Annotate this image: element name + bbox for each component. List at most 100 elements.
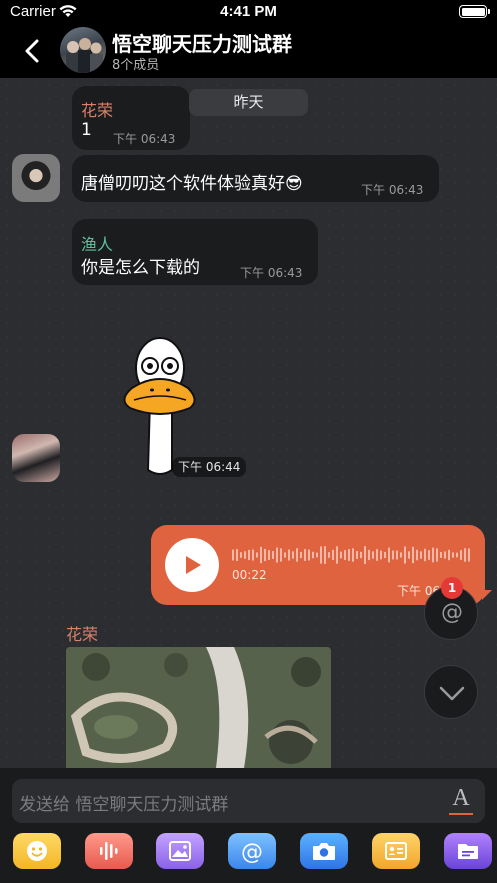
waveform-bar [344,550,346,560]
image-button[interactable] [156,833,204,869]
message-text: 你是怎么下载的 [81,258,200,278]
waveform-bar [452,552,454,558]
chevron-left-icon[interactable] [22,38,44,64]
bubble-tail [482,590,492,600]
waveform-bar [444,551,446,559]
avatar[interactable] [12,434,60,482]
waveform-bar [272,551,274,559]
emoji-icon [27,841,47,861]
waveform-bar [324,546,326,564]
waveform-bar [460,550,462,560]
status-time: 4:41 PM [220,3,277,20]
waveform-bar [456,552,458,558]
play-icon[interactable] [165,538,219,592]
waveform-bar [376,549,378,561]
waveform-bar [284,552,286,558]
waveform-bar [320,546,322,564]
waveform-bar [464,548,466,562]
waveform-bar [412,546,414,564]
waveform-bar [468,548,470,562]
voice-waveform [232,546,470,564]
waveform-bar [296,548,298,562]
voice-button[interactable] [85,833,133,869]
waveform-bar [372,551,374,559]
waveform-bar [276,547,278,563]
waveform-bar [416,549,418,561]
sender-name: 花荣 [66,625,99,644]
waveform-bar [420,551,422,559]
waveform-bar [236,549,238,561]
waveform-bar [244,551,246,559]
waveform-bar [280,548,282,562]
member-count: 8个成员 [112,58,160,73]
waveform-bar [448,549,450,561]
file-icon [458,844,478,859]
file-button[interactable] [444,833,492,869]
scroll-down-button[interactable] [424,665,478,719]
waveform-bar [384,551,386,559]
waveform-bar [268,550,270,560]
at-label: @ [241,840,263,865]
waveform-bar [340,551,342,559]
waveform-bar [348,549,350,561]
image-message[interactable] [66,647,331,768]
waveform-bar [388,547,390,563]
waveform-bar [436,548,438,562]
waveform-bar [248,549,250,561]
waveform-bar [356,551,358,559]
waveform-bar [336,546,338,564]
waveform-bar [308,549,310,561]
camera-icon [313,843,335,860]
waveform-bar [292,551,294,559]
waveform-bar [256,552,258,558]
waveform-bar [440,552,442,558]
group-title: 悟空聊天压力测试群 [112,32,292,56]
waveform-bar [316,552,318,558]
avatar[interactable] [12,154,60,202]
waveform-bar [408,551,410,559]
waveform-bar [252,549,254,561]
message-text: 唐僧叨叨这个软件体验真好😎 [81,174,303,194]
voice-duration: 00:22 [232,568,267,582]
waveform-bar [392,550,394,560]
waveform-bar [380,550,382,560]
waveform-bar [240,552,242,558]
group-avatar[interactable] [60,27,106,73]
camera-button[interactable] [300,833,348,869]
waveform-bar [396,550,398,560]
date-divider: 昨天 [189,89,308,116]
waveform-bar [232,549,234,561]
image-icon [169,841,191,861]
waveform-bar [304,549,306,561]
message-time: 下午 06:43 [240,266,303,280]
sender-name: 渔人 [81,235,114,254]
mention-badge: 1 [441,577,463,599]
emoji-button[interactable] [13,833,61,869]
chevron-down-icon [439,686,465,701]
waveform-bar [364,546,366,564]
waveform-bar [300,551,302,559]
goose-sticker[interactable] [112,330,212,478]
chat-header: 悟空聊天压力测试群 8个成员 [0,24,497,78]
waveform-bar [404,546,406,564]
contact-card-icon [385,842,407,860]
voice-icon [100,842,118,860]
mention-icon: @ [241,840,263,865]
message-text: 1 [81,120,92,140]
waveform-bar [312,551,314,559]
waveform-bar [260,546,262,564]
waveform-bar [360,551,362,559]
contact-card-button[interactable] [372,833,420,869]
waveform-bar [332,549,334,561]
mention-button[interactable]: @ [228,833,276,869]
message-time: 下午 06:43 [361,183,424,197]
battery-icon [459,5,490,18]
waveform-bar [264,548,266,562]
status-bar: Carrier 4:41 PM [0,0,497,24]
waveform-bar [400,552,402,558]
waveform-bar [424,548,426,562]
waveform-bar [428,550,430,560]
message-time: 下午 06:44 [172,457,247,477]
text-format-button[interactable]: A [449,785,473,815]
waveform-bar [352,548,354,562]
